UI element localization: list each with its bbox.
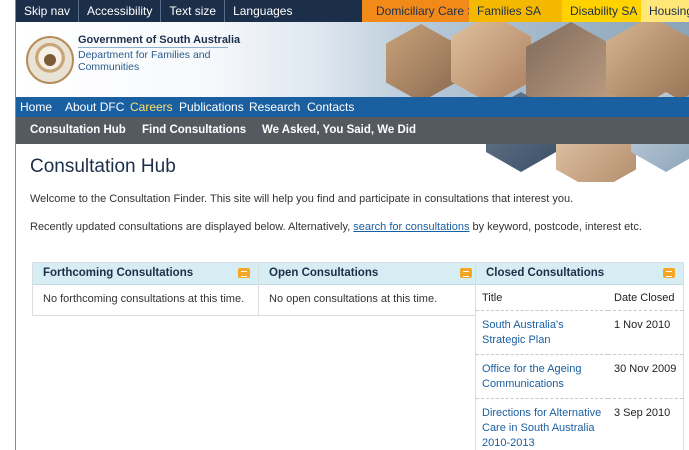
date-closed: 30 Nov 2009 (608, 354, 683, 399)
forthcoming-title: Forthcoming Consultations (43, 267, 194, 279)
nav-careers[interactable]: Careers (130, 97, 173, 117)
browser-viewport: Skip nav Accessibility Text size Languag… (16, 0, 689, 450)
nav-we-asked[interactable]: We Asked, You Said, We Did (262, 117, 416, 144)
recent-text: Recently updated consultations are displ… (30, 221, 642, 233)
date-closed: 1 Nov 2010 (608, 310, 683, 355)
consultation-link[interactable]: South Australia's Strategic Plan (482, 319, 564, 346)
rss-feed-icon[interactable] (460, 268, 472, 278)
photo-hex (451, 22, 531, 104)
languages-link[interactable]: Languages (225, 0, 300, 22)
accessibility-link[interactable]: Accessibility (79, 0, 162, 22)
government-logo[interactable]: Government of South Australia Department… (22, 30, 240, 92)
page-title: Consultation Hub (30, 156, 176, 177)
date-closed: 3 Sep 2010 (608, 398, 683, 450)
closed-panel: Closed Consultations Title Date Closed S… (475, 262, 684, 450)
nav-research[interactable]: Research (249, 97, 300, 117)
closed-title: Closed Consultations (486, 267, 605, 279)
recent-prefix: Recently updated consultations are displ… (30, 221, 354, 233)
tab-domiciliary-care[interactable]: Domiciliary Care SA (362, 0, 483, 22)
intro-text: Welcome to the Consultation Finder. This… (30, 193, 574, 205)
sa-crest-icon (26, 36, 74, 84)
rss-feed-icon[interactable] (238, 268, 250, 278)
column-header-title: Title (476, 285, 608, 311)
department-name: Department for Families and Communities (78, 49, 211, 73)
table-header-row: Title Date Closed (476, 285, 683, 311)
nav-home[interactable]: Home (20, 97, 52, 117)
open-title: Open Consultations (269, 267, 379, 279)
search-consultations-link[interactable]: search for consultations (353, 221, 469, 233)
agency-tabs: Domiciliary Care SA Families SA Disabili… (362, 0, 689, 22)
column-header-date: Date Closed (608, 285, 683, 311)
closed-consultations-table: Title Date Closed South Australia's Stra… (476, 285, 683, 450)
recent-suffix: by keyword, postcode, interest etc. (469, 221, 642, 233)
logo-divider (78, 47, 228, 48)
open-panel-header: Open Consultations (259, 263, 480, 285)
government-name: Government of South Australia (78, 34, 241, 46)
forthcoming-panel: Forthcoming Consultations No forthcoming… (32, 262, 259, 316)
tab-housing-sa[interactable]: Housing S (641, 0, 689, 22)
nav-contacts[interactable]: Contacts (307, 97, 354, 117)
consultation-link[interactable]: Directions for Alternative Care in South… (482, 407, 601, 449)
table-row: Directions for Alternative Care in South… (476, 398, 683, 450)
top-utility-bar: Skip nav Accessibility Text size Languag… (16, 0, 689, 22)
open-empty-text: No open consultations at this time. (269, 293, 438, 305)
open-panel: Open Consultations No open consultations… (258, 262, 481, 316)
text-size-link[interactable]: Text size (161, 0, 226, 22)
forthcoming-panel-header: Forthcoming Consultations (33, 263, 258, 285)
rss-feed-icon[interactable] (663, 268, 675, 278)
tab-disability-sa[interactable]: Disability SA (562, 0, 641, 22)
nav-about-dfc[interactable]: About DFC (65, 97, 124, 117)
closed-panel-header: Closed Consultations (476, 263, 683, 285)
primary-nav: Home About DFC Careers Publications Rese… (16, 97, 689, 117)
utility-links: Skip nav Accessibility Text size Languag… (16, 0, 300, 22)
nav-publications[interactable]: Publications (179, 97, 244, 117)
nav-find-consultations[interactable]: Find Consultations (142, 117, 246, 144)
table-row: Office for the Ageing Communications 30 … (476, 354, 683, 399)
secondary-nav: Consultation Hub Find Consultations We A… (16, 117, 689, 144)
tab-families-sa[interactable]: Families SA (469, 0, 562, 22)
table-row: South Australia's Strategic Plan 1 Nov 2… (476, 310, 683, 355)
skip-nav-link[interactable]: Skip nav (16, 0, 80, 22)
photo-hex (386, 24, 456, 102)
consultation-link[interactable]: Office for the Ageing Communications (482, 363, 581, 390)
forthcoming-empty-text: No forthcoming consultations at this tim… (43, 293, 245, 305)
nav-consultation-hub[interactable]: Consultation Hub (30, 117, 126, 144)
